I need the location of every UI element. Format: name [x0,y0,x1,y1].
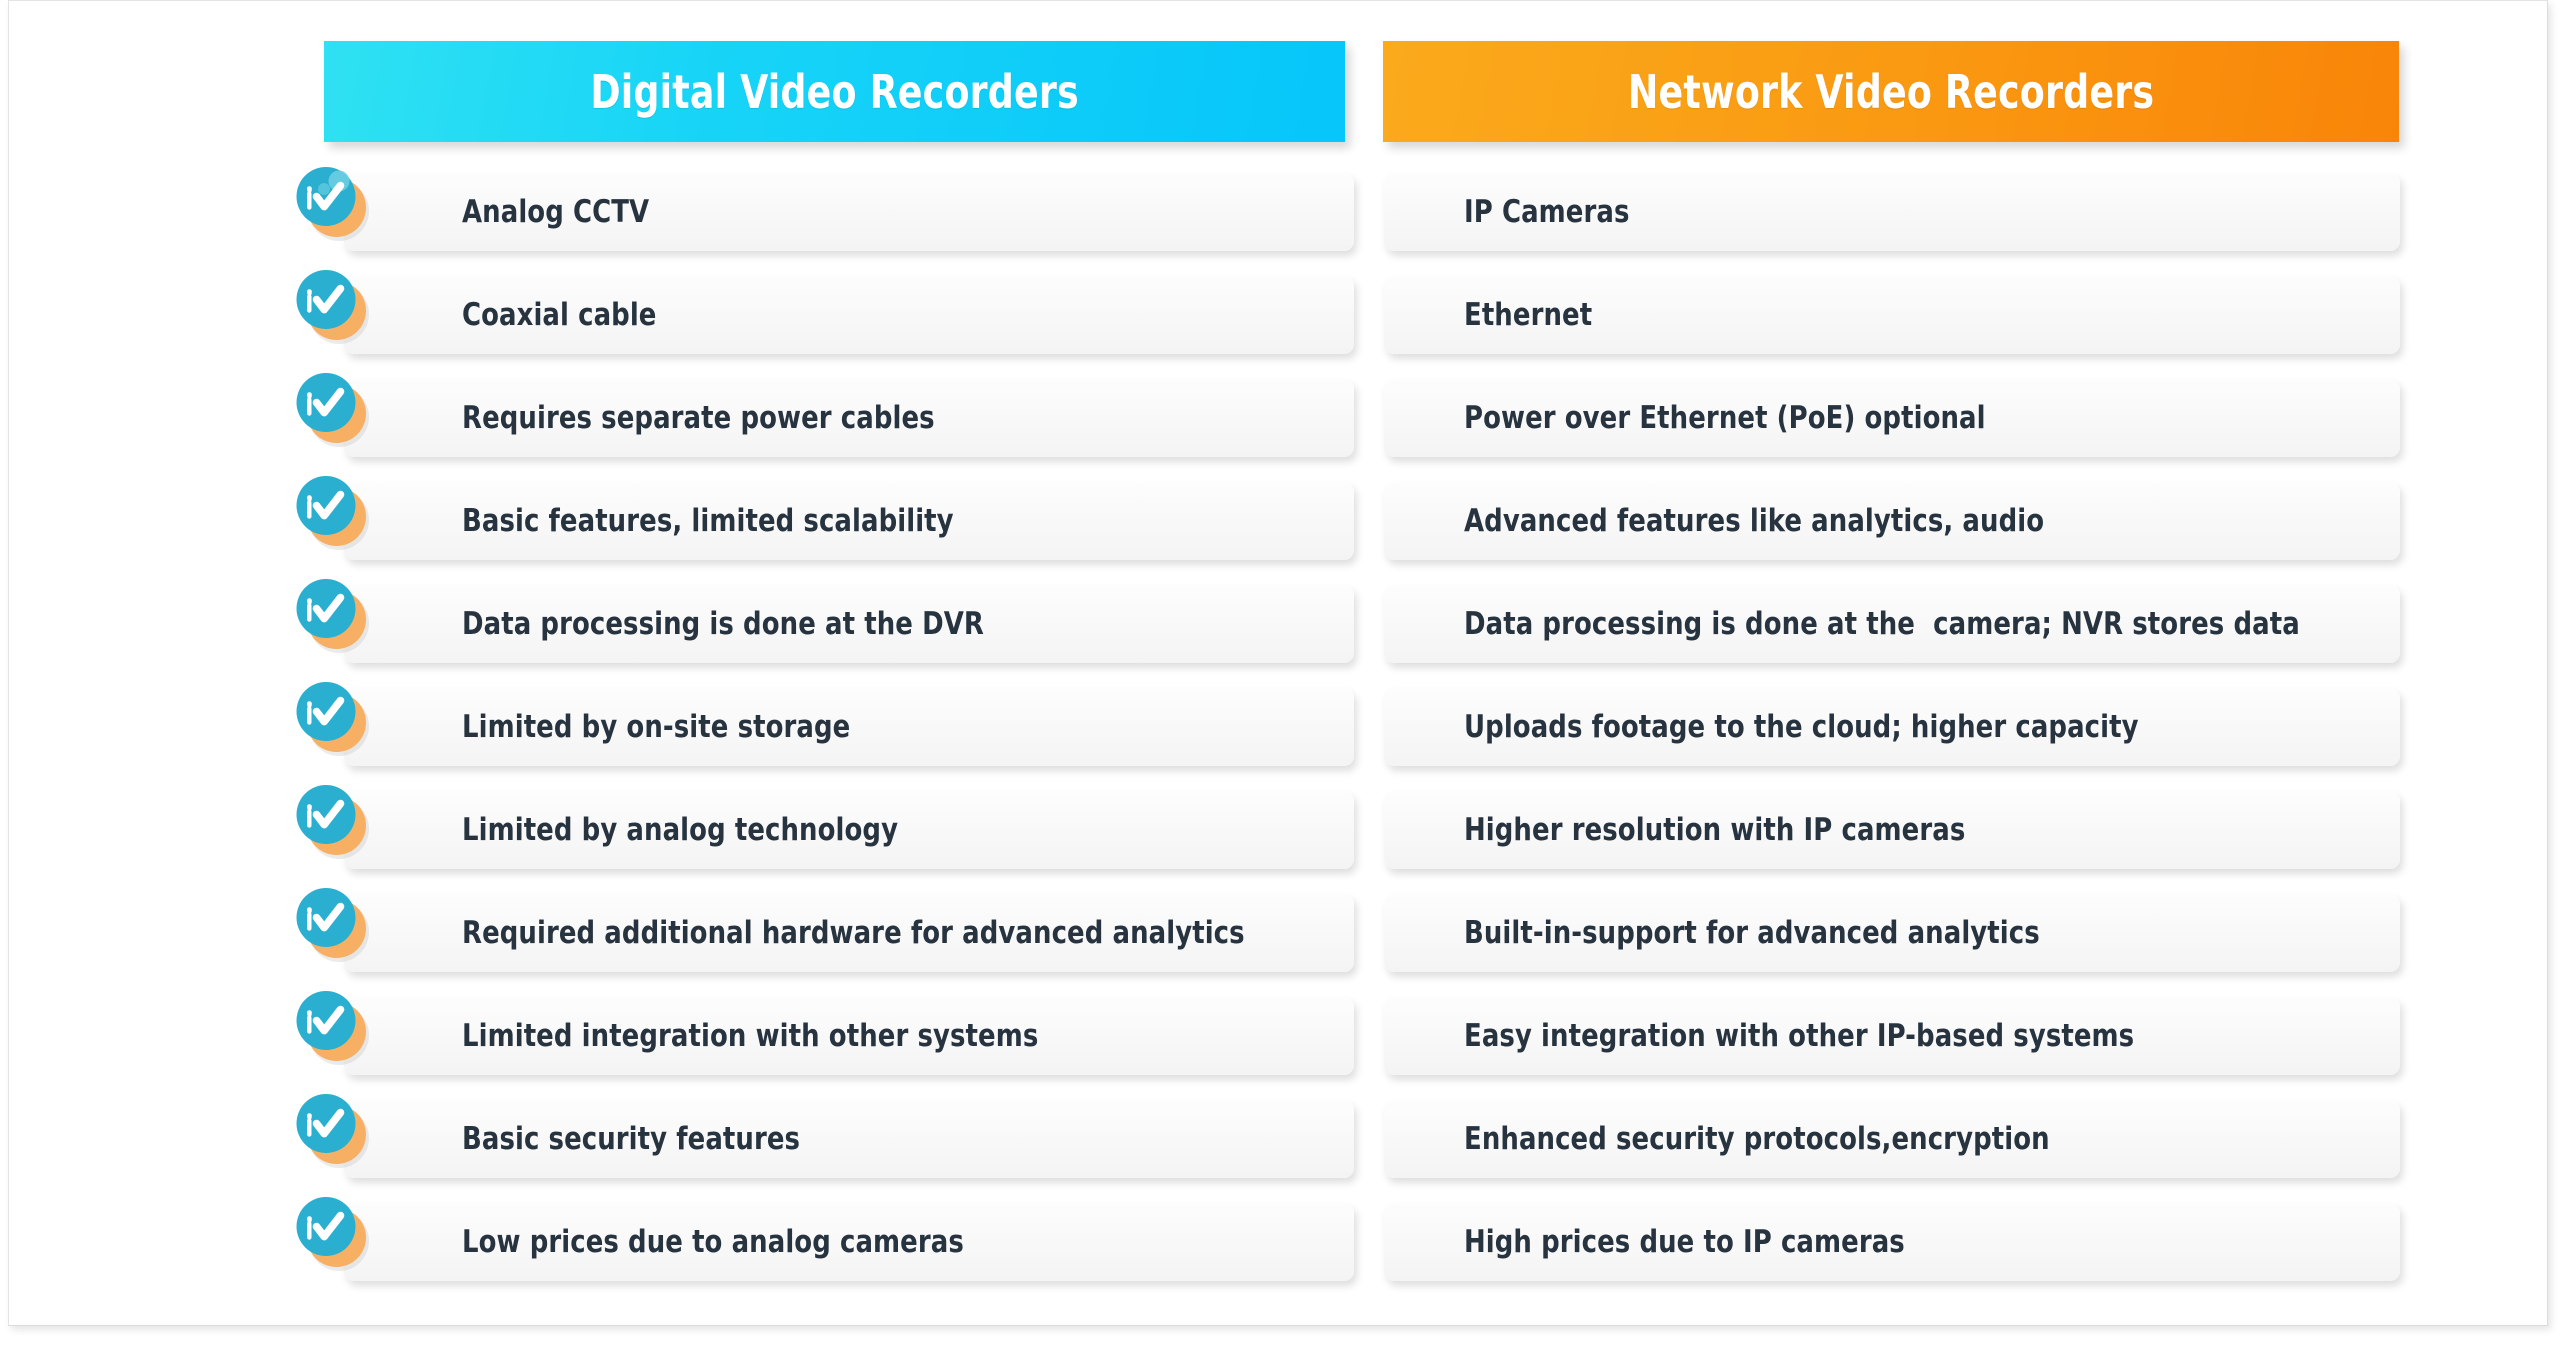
table-row: Ethernet [1376,276,2406,354]
feature-label: Limited by analog technology [462,812,899,848]
feature-label: Low prices due to analog cameras [462,1224,964,1260]
table-row: Easy integration with other IP-based sys… [1376,997,2406,1075]
feature-label: Enhanced security protocols,encryption [1464,1121,2050,1157]
feature-card: Higher resolution with IP cameras [1384,791,2400,869]
table-row: Uploads footage to the cloud; higher cap… [1376,688,2406,766]
table-row: Limited integration with other systems [296,991,1354,1075]
table-row: Required additional hardware for advance… [296,888,1354,972]
row-list-nvr: IP Cameras Ethernet Power over Ethernet (P… [1376,173,2406,1306]
table-row: IP Cameras [1376,173,2406,251]
table-row: Built-in-support for advanced analytics [1376,894,2406,972]
feature-label: Data processing is done at the DVR [462,606,984,642]
check-badge-icon [291,573,375,657]
table-row: Analog CCTV [296,167,1354,251]
check-badge-icon [291,882,375,966]
feature-card: Built-in-support for advanced analytics [1384,894,2400,972]
table-row: Higher resolution with IP cameras [1376,791,2406,869]
feature-card: Advanced features like analytics, audio [1384,482,2400,560]
table-row: Data processing is done at the DVR [296,579,1354,663]
table-row: Low prices due to analog cameras [296,1197,1354,1281]
table-row: Basic security features [296,1094,1354,1178]
feature-label: Power over Ethernet (PoE) optional [1464,400,1986,436]
check-badge-icon [291,470,375,554]
feature-label: Built-in-support for advanced analytics [1464,915,2040,951]
feature-label: Basic security features [462,1121,801,1157]
feature-label: Advanced features like analytics, audio [1464,503,2045,539]
feature-label: Ethernet [1464,297,1593,333]
feature-label: Data processing is done at the camera; N… [1464,606,2300,642]
feature-card: Power over Ethernet (PoE) optional [1384,379,2400,457]
feature-card: IP Cameras [1384,173,2400,251]
feature-card: Coaxial cable [344,276,1354,354]
feature-card: Limited integration with other systems [344,997,1354,1075]
check-badge-icon [291,161,375,245]
feature-label: Uploads footage to the cloud; higher cap… [1464,709,2139,745]
column-header-nvr-title: Network Video Recorders [1627,64,2155,119]
feature-card: High prices due to IP cameras [1384,1203,2400,1281]
feature-card: Basic security features [344,1100,1354,1178]
feature-card: Limited by on-site storage [344,688,1354,766]
table-row: Requires separate power cables [296,373,1354,457]
feature-card: Low prices due to analog cameras [344,1203,1354,1281]
feature-card: Easy integration with other IP-based sys… [1384,997,2400,1075]
check-badge-icon [291,1191,375,1275]
column-header-nvr: Network Video Recorders [1383,41,2399,142]
feature-card: Ethernet [1384,276,2400,354]
feature-card: Required additional hardware for advance… [344,894,1354,972]
feature-card: Enhanced security protocols,encryption [1384,1100,2400,1178]
table-row: Enhanced security protocols,encryption [1376,1100,2406,1178]
feature-card: Requires separate power cables [344,379,1354,457]
check-badge-icon [291,779,375,863]
feature-label: Required additional hardware for advance… [462,915,1245,951]
feature-card: Limited by analog technology [344,791,1354,869]
table-row: Data processing is done at the camera; N… [1376,585,2406,663]
feature-label: Limited by on-site storage [462,709,851,745]
table-row: Limited by analog technology [296,785,1354,869]
feature-card: Data processing is done at the DVR [344,585,1354,663]
table-row: Limited by on-site storage [296,682,1354,766]
row-list-dvr: Analog CCTV Coaxial cable Requires separat… [296,167,1354,1306]
column-header-dvr-title: Digital Video Recorders [590,64,1079,119]
feature-label: Higher resolution with IP cameras [1464,812,1966,848]
table-row: Coaxial cable [296,270,1354,354]
feature-label: Analog CCTV [462,194,650,230]
feature-card: Uploads footage to the cloud; higher cap… [1384,688,2400,766]
table-row: Power over Ethernet (PoE) optional [1376,379,2406,457]
feature-label: Requires separate power cables [462,400,935,436]
table-row: Advanced features like analytics, audio [1376,482,2406,560]
check-badge-icon [291,1088,375,1172]
check-badge-icon [291,985,375,1069]
feature-label: Basic features, limited scalability [462,503,954,539]
feature-label: Limited integration with other systems [462,1018,1039,1054]
column-header-dvr: Digital Video Recorders [324,41,1345,142]
check-badge-icon [291,264,375,348]
feature-label: Easy integration with other IP-based sys… [1464,1018,2135,1054]
feature-card: Data processing is done at the camera; N… [1384,585,2400,663]
feature-label: IP Cameras [1464,194,1630,230]
feature-card: Basic features, limited scalability [344,482,1354,560]
check-badge-icon [291,367,375,451]
comparison-slide: Digital Video Recorders Analog CCTV Coaxi… [8,0,2548,1326]
feature-card: Analog CCTV [344,173,1354,251]
feature-label: Coaxial cable [462,297,657,333]
check-badge-icon [291,676,375,760]
feature-label: High prices due to IP cameras [1464,1224,1905,1260]
table-row: Basic features, limited scalability [296,476,1354,560]
table-row: High prices due to IP cameras [1376,1203,2406,1281]
